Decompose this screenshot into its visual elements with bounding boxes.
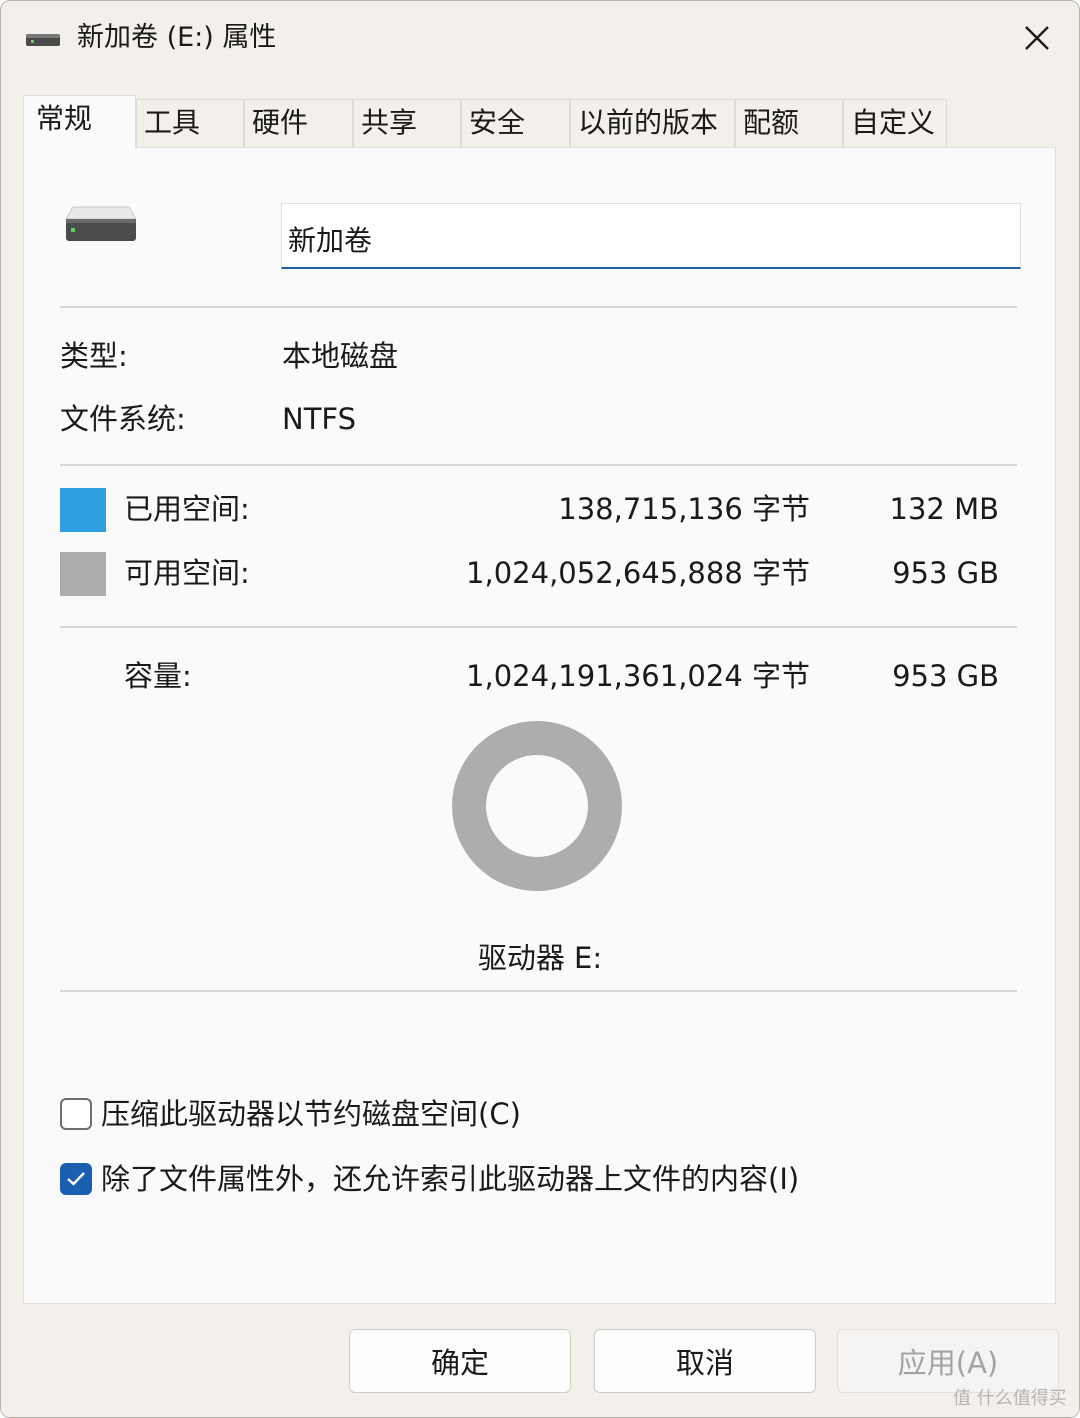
used-space-swatch [60,488,106,532]
separator [60,626,1017,628]
tab-tools[interactable]: 工具 [136,99,244,147]
drive-icon [26,34,60,46]
used-space-bytes: 138,715,136 字节 [558,492,810,526]
tab-security[interactable]: 安全 [461,99,570,147]
properties-window: 新加卷 (E:) 属性 常规 工具 硬件 共享 安全 以前的版本 配额 自定义 … [0,0,1080,1418]
capacity-bytes: 1,024,191,361,024 字节 [466,659,810,693]
index-label: 除了文件属性外，还允许索引此驱动器上文件的内容(I) [101,1162,800,1196]
watermark: 值 什么值得买 [953,1388,1067,1409]
filesystem-value: NTFS [282,402,356,436]
free-space-label: 可用空间: [124,556,250,590]
cancel-button[interactable]: 取消 [594,1329,816,1393]
index-checkbox[interactable] [60,1163,92,1195]
compress-checkbox[interactable] [60,1098,92,1130]
drive-icon-large [65,206,137,241]
capacity-size: 953 GB [892,659,999,693]
filesystem-label: 文件系统: [60,402,186,436]
compress-label: 压缩此驱动器以节约磁盘空间(C) [101,1097,521,1131]
index-option[interactable]: 除了文件属性外，还允许索引此驱动器上文件的内容(I) [60,1159,799,1199]
window-title: 新加卷 (E:) 属性 [77,22,277,53]
tab-sharing[interactable]: 共享 [353,99,461,147]
separator [60,464,1017,466]
free-space-size: 953 GB [892,556,999,590]
compress-option[interactable]: 压缩此驱动器以节约磁盘空间(C) [60,1094,521,1134]
drive-label: 驱动器 E: [477,941,603,975]
usage-donut-chart [452,721,622,891]
free-space-bytes: 1,024,052,645,888 字节 [466,556,810,590]
tab-customize[interactable]: 自定义 [843,99,947,147]
ok-button[interactable]: 确定 [349,1329,571,1393]
volume-name-input[interactable] [281,203,1021,269]
separator [60,990,1017,992]
type-label: 类型: [60,339,128,373]
type-value: 本地磁盘 [282,339,399,373]
title-bar[interactable]: 新加卷 (E:) 属性 [1,1,1079,77]
tab-general[interactable]: 常规 [23,95,136,148]
tab-hardware[interactable]: 硬件 [244,99,353,147]
tab-previous-versions[interactable]: 以前的版本 [570,99,735,147]
free-space-ring [452,721,622,891]
checkmark-icon [67,1172,85,1186]
free-space-swatch [60,552,106,596]
close-button[interactable] [1002,11,1072,65]
capacity-label: 容量: [124,659,192,693]
separator [60,306,1017,308]
tab-quota[interactable]: 配额 [735,99,843,147]
used-space-size: 132 MB [889,492,1000,526]
used-space-label: 已用空间: [124,492,250,526]
close-icon [1025,26,1049,50]
